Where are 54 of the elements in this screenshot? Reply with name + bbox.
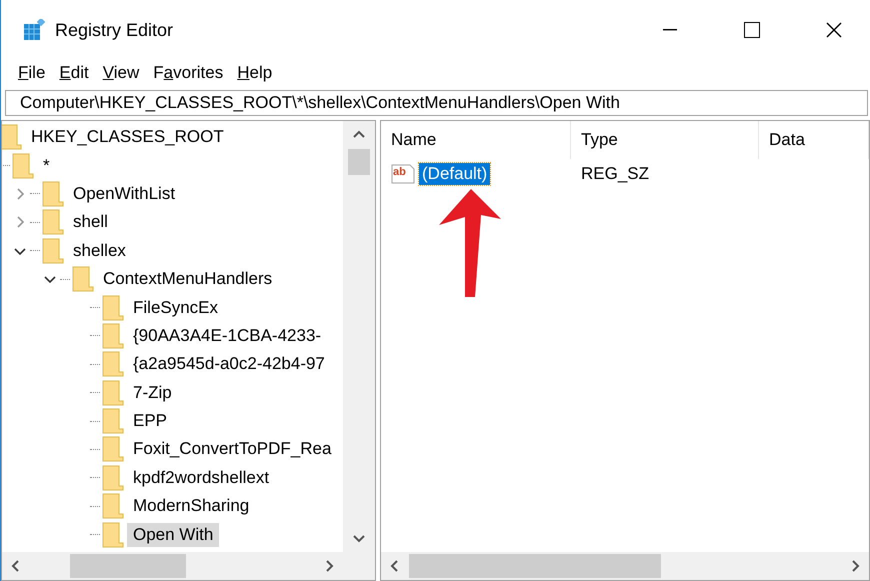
menu-item[interactable]: Favorites (150, 63, 226, 83)
folder-icon (102, 380, 124, 406)
tree-item[interactable]: HKEY_CLASSES_ROOT (25, 125, 230, 150)
icon-label: ab (393, 166, 406, 178)
tree-item[interactable]: kpdf2wordshellext (127, 466, 276, 490)
folder-icon (72, 266, 94, 292)
tree-item[interactable]: {90AA3A4E-1CBA-4233- (127, 324, 328, 348)
tree-item[interactable]: shell (67, 210, 114, 234)
folder-icon (42, 238, 64, 264)
tree-item[interactable]: shellex (67, 238, 132, 263)
menu-item[interactable]: File (15, 63, 48, 83)
tree-item[interactable]: 7-Zip (127, 380, 178, 405)
maximize-icon (744, 22, 760, 38)
scrollbar-thumb[interactable] (348, 149, 370, 175)
folder-icon (42, 209, 64, 236)
minimize-icon (663, 29, 677, 31)
registry-app-icon (23, 19, 45, 41)
menu-item[interactable]: View (100, 63, 142, 83)
address-bar[interactable]: Computer\HKEY_CLASSES_ROOT\*\shellex\ContextMenuHandlers\Open With (5, 90, 868, 116)
string-value-icon (391, 163, 415, 185)
folder-icon (102, 522, 124, 548)
close-icon (826, 22, 842, 38)
column-header[interactable]: Type (571, 121, 759, 159)
column-header[interactable]: Data (759, 121, 869, 159)
menu-item[interactable]: Help (234, 63, 276, 83)
folder-icon (102, 351, 124, 378)
horizontal-scrollbar[interactable] (381, 552, 869, 580)
vertical-scrollbar[interactable] (343, 121, 375, 552)
value-name[interactable]: (Default) (419, 163, 490, 185)
folder-icon (12, 152, 34, 179)
scrollbar-thumb[interactable] (409, 554, 661, 578)
tree-item[interactable]: Open With (127, 522, 220, 547)
folder-icon (102, 436, 124, 462)
tree-item[interactable]: OpenWithList (67, 182, 182, 206)
tree-item[interactable]: ContextMenuHandlers (97, 267, 278, 292)
column-header[interactable]: Name (381, 121, 571, 159)
tree-item[interactable]: EPP (127, 409, 174, 434)
tree-item[interactable]: * (37, 154, 56, 178)
scrollbar-thumb[interactable] (70, 554, 186, 578)
menu-item[interactable]: Edit (56, 63, 92, 83)
folder-icon (2, 124, 22, 150)
tree-item[interactable]: Foxit_ConvertToPDF_Rea (127, 437, 338, 462)
folder-icon (102, 322, 124, 349)
tree-item[interactable]: {a2a9545d-a0c2-42b4-97 (127, 352, 331, 376)
folder-icon (102, 464, 124, 491)
horizontal-scrollbar[interactable] (2, 552, 375, 580)
window-title: Registry Editor (55, 20, 174, 40)
folder-icon (42, 180, 64, 207)
value-type: REG_SZ (580, 164, 650, 184)
tree-item[interactable]: FileSyncEx (127, 296, 224, 320)
tree-item[interactable]: ModernSharing (127, 494, 256, 518)
folder-icon (102, 493, 124, 520)
folder-icon (102, 408, 124, 434)
folder-icon (102, 294, 124, 321)
